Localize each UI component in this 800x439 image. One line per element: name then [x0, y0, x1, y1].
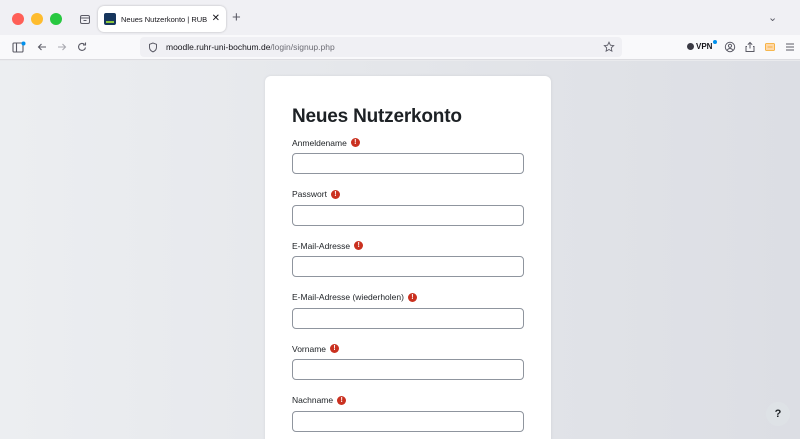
lastname-label: Nachname	[292, 395, 334, 405]
close-tab-icon[interactable]: ✕	[212, 14, 220, 24]
signup-card: Neues Nutzerkonto Anmeldename! Passwort!…	[265, 76, 551, 439]
maximize-window-button[interactable]	[50, 13, 62, 25]
minimize-window-button[interactable]	[31, 13, 43, 25]
email-repeat-field-group: E-Mail-Adresse (wiederholen)!	[292, 292, 524, 344]
vpn-icon	[687, 43, 694, 50]
forward-arrow-icon[interactable]	[56, 39, 68, 55]
password-input[interactable]	[292, 204, 524, 226]
page-content: Neues Nutzerkonto Anmeldename! Passwort!…	[0, 61, 800, 439]
firstname-input[interactable]	[292, 359, 524, 380]
required-icon[interactable]: !	[337, 395, 347, 405]
sidebar-icon[interactable]	[12, 39, 26, 55]
firstname-field-group: Vorname!	[292, 343, 524, 395]
email-repeat-label: E-Mail-Adresse (wiederholen)	[292, 292, 404, 302]
navigation-toolbar: moodle.ruhr-uni-bochum.de/login/signup.p…	[0, 35, 800, 60]
firstname-label: Vorname	[292, 343, 327, 354]
page-title: Neues Nutzerkonto	[292, 106, 462, 127]
account-icon[interactable]	[724, 39, 736, 55]
email-field-group: E-Mail-Adresse!	[292, 240, 524, 292]
tab-title: Neues Nutzerkonto | RUB Mood	[121, 14, 209, 24]
email-label: E-Mail-Adresse	[292, 240, 351, 251]
email-repeat-input[interactable]	[292, 307, 524, 329]
bookmark-star-icon[interactable]	[603, 41, 615, 53]
lastname-field-group: Nachname!	[292, 395, 524, 439]
required-icon[interactable]: !	[407, 292, 417, 302]
email-input[interactable]	[292, 256, 524, 277]
vpn-status-dot	[713, 40, 717, 44]
username-input[interactable]	[292, 153, 524, 174]
reload-icon[interactable]	[76, 39, 88, 55]
url-bar[interactable]: moodle.ruhr-uni-bochum.de/login/signup.p…	[140, 37, 622, 57]
vpn-button[interactable]: VPN	[687, 42, 712, 51]
chevron-down-icon[interactable]: ⌄	[768, 11, 777, 24]
tab-active[interactable]: Neues Nutzerkonto | RUB Mood ✕	[98, 6, 226, 32]
rub-favicon-icon	[104, 13, 116, 25]
lastname-input[interactable]	[292, 410, 524, 432]
url-host: moodle.ruhr-uni-bochum.de	[166, 42, 271, 52]
shield-icon[interactable]	[148, 41, 158, 53]
password-field-group: Passwort!	[292, 189, 524, 241]
back-arrow-icon[interactable]	[36, 39, 48, 55]
menu-icon[interactable]	[785, 39, 795, 55]
extension-icon[interactable]	[764, 39, 776, 55]
required-icon[interactable]: !	[330, 189, 340, 199]
required-icon[interactable]: !	[330, 344, 340, 353]
required-icon[interactable]: !	[354, 241, 364, 250]
password-label: Passwort	[292, 189, 327, 199]
url-path: /login/signup.php	[270, 42, 335, 52]
required-icon[interactable]: !	[350, 138, 360, 147]
username-label: Anmeldename	[292, 137, 347, 148]
tab-list-icon[interactable]	[76, 10, 94, 28]
help-button[interactable]: ?	[766, 402, 790, 426]
vpn-label: VPN	[696, 42, 713, 51]
close-window-button[interactable]	[12, 13, 24, 25]
tab-bar: Neues Nutzerkonto | RUB Mood ✕ + ⌄	[0, 0, 800, 35]
new-tab-button[interactable]: +	[232, 10, 241, 25]
username-field-group: Anmeldename!	[292, 137, 524, 189]
share-icon[interactable]	[744, 39, 756, 55]
